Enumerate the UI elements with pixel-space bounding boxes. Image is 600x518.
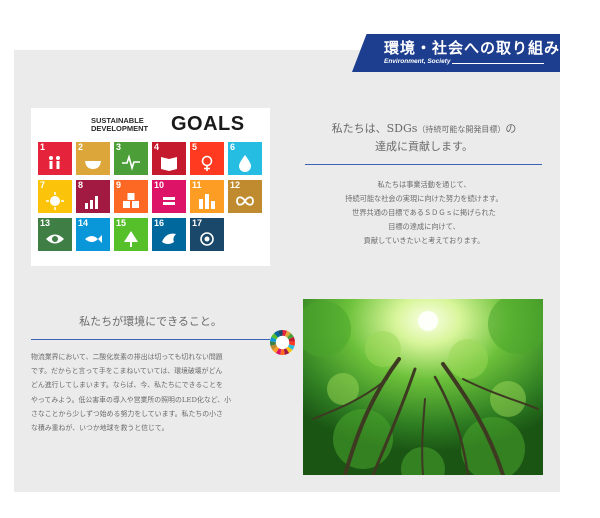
sdgs-logo-text: SUSTAINABLE DEVELOPMENT <box>91 117 148 133</box>
sdg-goal-tile: 12 <box>228 180 262 213</box>
heading-text-line2: 達成に貢献します。 <box>375 140 473 153</box>
sdg-goal-tile: 11 <box>190 180 224 213</box>
section-subtitle: Environment, Society <box>384 58 451 65</box>
body-line: 世界共通の目標であるＳＤＧｓに掲げられた <box>352 208 496 217</box>
rings-icon <box>200 232 214 246</box>
body-line: やってみよう。低公害車の導入や営業所の照明のLED化など、小 <box>31 395 232 404</box>
heading-text-b: の <box>505 122 517 135</box>
sdg-goal-tile: 17 <box>190 218 224 251</box>
environment-heading: 私たちが環境にできること。 <box>79 315 222 328</box>
sdg-goal-number: 11 <box>192 180 202 190</box>
family-icon <box>49 156 60 169</box>
sdg-goal-tile: 15 <box>114 218 148 251</box>
cubes-icon <box>123 193 139 208</box>
body-line: 持続可能な社会の実現に向けた努力を続けます。 <box>345 194 503 203</box>
sdg-goal-number: 17 <box>192 218 203 228</box>
sdg-goal-tile: 13 <box>38 218 72 251</box>
sdg-goal-tile: 2 <box>76 142 110 175</box>
divider <box>31 339 270 340</box>
sdg-goal-tile: 7 <box>38 180 72 213</box>
logo-line2: DEVELOPMENT <box>91 124 149 133</box>
sdgs-poster-image: SUSTAINABLE DEVELOPMENT GOALS 1234567891… <box>31 108 296 356</box>
tree-icon <box>124 231 138 247</box>
gender-icon <box>201 155 213 171</box>
body-line: 私たちは事業活動を通じて、 <box>377 180 471 189</box>
logo-goals: GOALS <box>171 113 245 135</box>
sdg-goal-tile: 1 <box>38 142 72 175</box>
sdgs-heading: 私たちは、SDGs（持続可能な開発目標）の 達成に貢献します。 <box>306 120 542 155</box>
heading-text-a: 私たちは、SDGs <box>331 122 418 135</box>
divider <box>305 164 542 165</box>
book-icon <box>161 157 177 171</box>
forest-photo <box>303 299 543 475</box>
bowl-icon <box>85 161 101 169</box>
sun-icon <box>46 192 64 210</box>
fish-icon <box>85 235 102 243</box>
sdg-goal-tile: 10 <box>152 180 186 213</box>
eye-globe-icon <box>46 234 64 244</box>
sdg-goal-number: 16 <box>154 218 165 228</box>
equality-icon <box>163 197 175 205</box>
dove-icon <box>162 233 176 244</box>
sdg-goal-tile: 3 <box>114 142 148 175</box>
body-line: 貢献していきたいと考えております。 <box>363 236 485 245</box>
section-title: 環境・社会への取り組み <box>384 39 561 57</box>
sdg-goal-number: 8 <box>78 180 84 190</box>
sdg-goal-tile: 6 <box>228 142 262 175</box>
body-line: 物流業界において、二酸化炭素の排出は切っても切れない問題 <box>31 353 223 361</box>
body-line: な積み重ねが、いつか地球を救うと信じて。 <box>31 424 169 433</box>
sdg-goal-number: 15 <box>116 218 127 228</box>
infinity-icon <box>236 196 254 206</box>
water-drop-icon <box>239 155 251 172</box>
sdg-goal-number: 13 <box>40 218 51 228</box>
body-line: 目標の達成に向けて、 <box>388 222 460 231</box>
body-line: どん進行してしまいます。ならば、今、私たちにできることを <box>31 381 223 390</box>
sdg-goal-number: 10 <box>154 180 165 190</box>
sdg-goal-tile: 16 <box>152 218 186 251</box>
sdgs-logo: SUSTAINABLE DEVELOPMENT GOALS <box>91 113 261 136</box>
sdgs-body: 私たちは事業活動を通じて、 持続可能な社会の実現に向けた努力を続けます。 世界共… <box>306 178 542 248</box>
sdg-goal-number: 14 <box>78 218 89 228</box>
sdg-goal-tile: 8 <box>76 180 110 213</box>
heading-text-small: （持続可能な開発目標） <box>417 125 506 134</box>
body-line: さなことから少しずつ始める努力をしています。私たちの小さ <box>31 409 223 418</box>
sdg-goal-number: 7 <box>40 180 46 190</box>
sdg-goal-number: 1 <box>40 142 46 152</box>
environment-body: 物流業界において、二酸化炭素の排出は切っても切れない問題 です。だからと言って手… <box>31 350 271 435</box>
banner-underline <box>452 63 544 64</box>
sdg-goal-tile: 14 <box>76 218 110 251</box>
buildings-icon <box>199 194 215 209</box>
chart-up-icon <box>85 196 98 209</box>
sdg-goal-number: 12 <box>230 180 241 190</box>
sdg-goal-tile: 9 <box>114 180 148 213</box>
sdg-goal-number: 6 <box>230 142 236 152</box>
sdg-wheel-icon <box>269 329 296 356</box>
sdg-goal-number: 2 <box>78 142 84 152</box>
heartbeat-icon <box>122 154 140 171</box>
sdg-goal-number: 3 <box>116 142 122 152</box>
sdg-goal-tile: 5 <box>190 142 224 175</box>
sdg-goal-number: 5 <box>192 142 198 152</box>
sdg-goal-number: 4 <box>154 142 160 152</box>
sdg-goal-tile: 4 <box>152 142 186 175</box>
body-line: です。だからと言って手をこまねいていては、環境破壊がどん <box>31 367 223 376</box>
sdg-goal-number: 9 <box>116 180 122 190</box>
